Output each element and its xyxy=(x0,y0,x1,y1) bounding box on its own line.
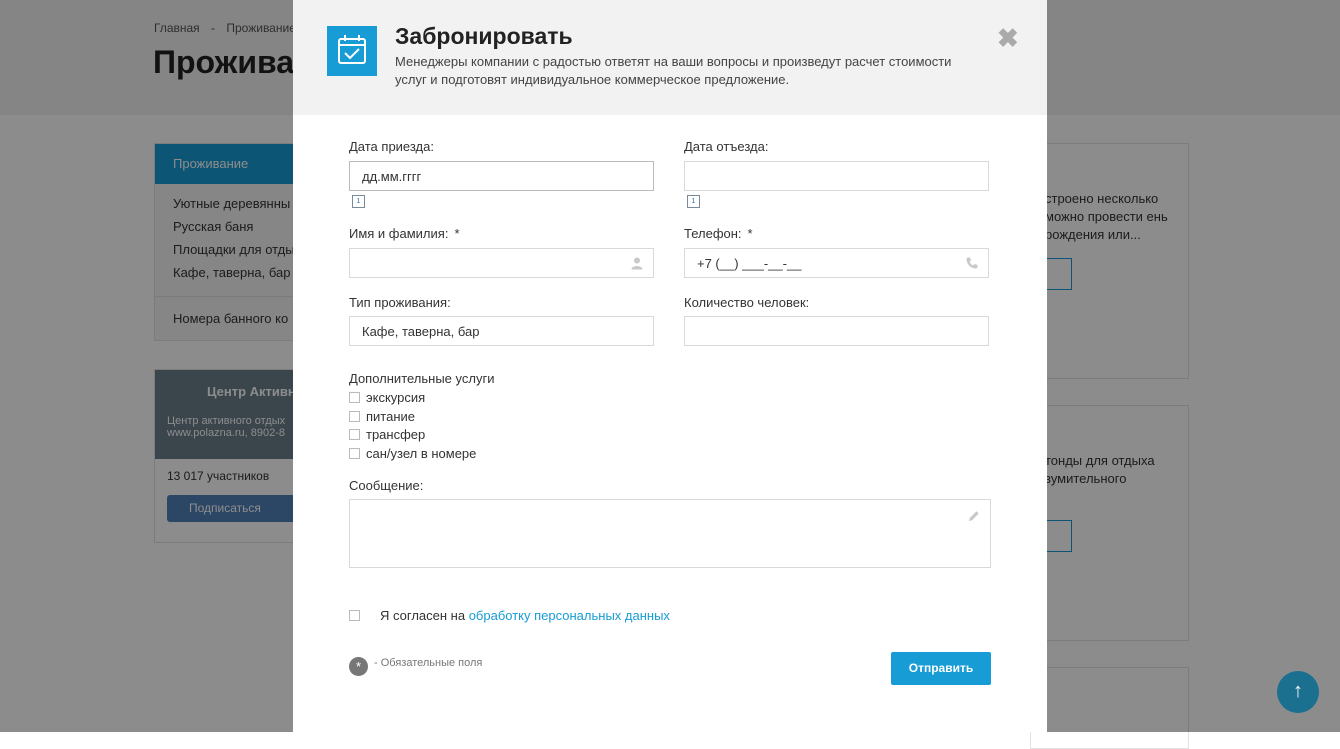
name-input[interactable] xyxy=(349,248,654,278)
phone-label-text: Телефон: xyxy=(684,226,742,241)
calendar-icon[interactable]: 1 xyxy=(687,195,700,208)
extra-option-label: питание xyxy=(366,409,416,424)
name-label-text: Имя и фамилия: xyxy=(349,226,449,241)
required-mark: * xyxy=(747,226,753,241)
message-textarea[interactable] xyxy=(349,499,991,568)
extra-option-label: трансфер xyxy=(366,427,426,442)
phone-label: Телефон: * xyxy=(684,226,753,241)
privacy-policy-link[interactable]: обработку персональных данных xyxy=(469,608,670,623)
guests-count-label: Количество человек: xyxy=(684,295,810,310)
accommodation-type-label: Тип проживания: xyxy=(349,295,451,310)
asterisk-icon: * xyxy=(349,657,368,676)
close-icon[interactable]: ✖ xyxy=(997,23,1019,54)
extra-option-bathroom[interactable]: сан/узел в номере xyxy=(349,446,476,461)
extra-option-food[interactable]: питание xyxy=(349,409,415,424)
consent-text: Я согласен на xyxy=(380,608,466,623)
accommodation-type-select[interactable]: Кафе, таверна, бар xyxy=(349,316,654,346)
consent-row: Я согласен на обработку персональных дан… xyxy=(349,608,670,623)
calendar-icon[interactable]: 1 xyxy=(352,195,365,208)
extras-title: Дополнительные услуги xyxy=(349,371,495,386)
departure-date-label: Дата отъезда: xyxy=(684,139,769,154)
phone-input[interactable]: +7 (__) ___-__-__ xyxy=(684,248,989,278)
modal-title: Забронировать xyxy=(395,23,573,49)
required-note: * - Обязательные поля xyxy=(349,657,482,676)
pencil-icon xyxy=(969,511,979,521)
consent-checkbox[interactable] xyxy=(349,610,360,621)
departure-date-input[interactable] xyxy=(684,161,989,191)
phone-icon xyxy=(966,257,978,269)
required-note-text: - Обязательные поля xyxy=(374,657,483,669)
required-mark: * xyxy=(454,226,460,241)
guests-count-input[interactable] xyxy=(684,316,989,346)
arrival-date-label: Дата приезда: xyxy=(349,139,434,154)
submit-button[interactable]: Отправить xyxy=(891,652,991,685)
name-label: Имя и фамилия: * xyxy=(349,226,460,241)
user-icon xyxy=(631,257,643,270)
message-label: Сообщение: xyxy=(349,478,424,493)
arrival-date-input[interactable]: дд.мм.гггг xyxy=(349,161,654,191)
booking-modal: Забронировать Менеджеры компании с радос… xyxy=(293,0,1047,732)
checkbox[interactable] xyxy=(349,392,360,403)
checkbox[interactable] xyxy=(349,429,360,440)
extra-option-transfer[interactable]: трансфер xyxy=(349,427,425,442)
extra-option-label: сан/узел в номере xyxy=(366,446,477,461)
checkbox[interactable] xyxy=(349,448,360,459)
modal-header: Забронировать Менеджеры компании с радос… xyxy=(293,0,1047,115)
phone-input-value: +7 (__) ___-__-__ xyxy=(697,256,802,271)
extra-option-label: экскурсия xyxy=(366,390,426,405)
checkbox[interactable] xyxy=(349,411,360,422)
calendar-check-icon xyxy=(327,26,377,76)
extra-option-excursion[interactable]: экскурсия xyxy=(349,390,425,405)
modal-subtitle: Менеджеры компании с радостью ответят на… xyxy=(395,54,952,87)
scroll-top-button[interactable]: ↑ xyxy=(1277,671,1319,713)
